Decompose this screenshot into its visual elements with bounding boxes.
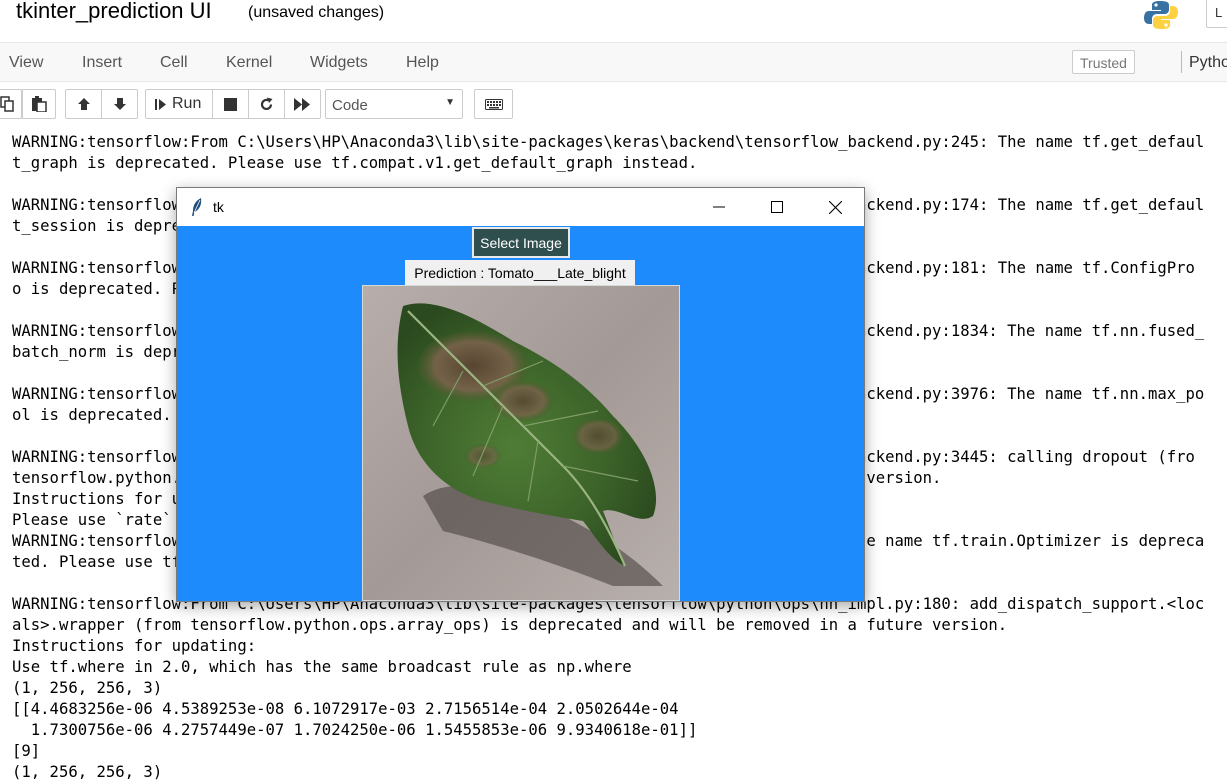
tk-window-title: tk bbox=[213, 199, 224, 215]
run-button[interactable]: Run bbox=[145, 89, 213, 119]
logout-button[interactable]: L bbox=[1206, 0, 1227, 28]
tomato-leaf-image bbox=[363, 286, 679, 600]
notebook-title[interactable]: tkinter_prediction UI bbox=[16, 0, 212, 24]
stop-icon bbox=[224, 97, 237, 111]
interrupt-button[interactable] bbox=[212, 89, 249, 119]
copy-button[interactable] bbox=[0, 89, 22, 119]
step-forward-icon bbox=[155, 98, 166, 110]
paste-button[interactable] bbox=[22, 89, 56, 119]
close-button[interactable] bbox=[806, 188, 864, 226]
select-image-button[interactable]: Select Image bbox=[472, 227, 570, 258]
leaf-image bbox=[362, 285, 680, 601]
output-line: (1, 256, 256, 3) bbox=[12, 763, 163, 780]
cell-type-value: Code bbox=[332, 97, 368, 114]
cell-type-select[interactable]: Code ▼ bbox=[325, 89, 463, 119]
toolbar: Run Code ▼ bbox=[0, 83, 1227, 125]
menu-cell[interactable]: Cell bbox=[160, 54, 188, 72]
minimize-icon bbox=[713, 206, 725, 208]
restart-button[interactable] bbox=[248, 89, 285, 119]
minimize-button[interactable] bbox=[690, 188, 748, 226]
move-up-button[interactable] bbox=[65, 89, 102, 119]
output-line: Use tf.where in 2.0, which has the same … bbox=[12, 658, 632, 676]
python-logo-icon bbox=[1144, 1, 1178, 29]
output-line: als>.wrapper (from tensorflow.python.ops… bbox=[12, 616, 1008, 634]
menubar: View Insert Cell Kernel Widgets Help Tru… bbox=[0, 42, 1227, 82]
tk-window[interactable]: tk Select Image Prediction : Tomato___La… bbox=[176, 187, 865, 602]
tk-feather-icon bbox=[192, 198, 202, 216]
output-line: Instructions for updating: bbox=[12, 637, 257, 655]
close-icon bbox=[828, 200, 842, 214]
tk-client-area: Select Image Prediction : Tomato___Late_… bbox=[177, 226, 864, 601]
maximize-button[interactable] bbox=[748, 188, 806, 226]
menu-widgets[interactable]: Widgets bbox=[310, 54, 368, 72]
run-label: Run bbox=[172, 95, 202, 112]
menu-view[interactable]: View bbox=[9, 54, 43, 72]
arrow-down-icon bbox=[113, 98, 126, 110]
menu-help[interactable]: Help bbox=[406, 54, 439, 72]
output-line: WARNING:tensorflow:From C:\Users\HP\Anac… bbox=[12, 133, 1205, 151]
notebook-header: tkinter_prediction UI (unsaved changes) … bbox=[0, 0, 1227, 42]
fast-forward-icon bbox=[294, 97, 310, 111]
move-down-button[interactable] bbox=[101, 89, 138, 119]
maximize-icon bbox=[771, 201, 783, 213]
restart-run-all-button[interactable] bbox=[284, 89, 321, 119]
trusted-indicator[interactable]: Trusted bbox=[1072, 50, 1135, 74]
output-line: t_graph is deprecated. Please use tf.com… bbox=[12, 154, 698, 172]
kernel-separator bbox=[1181, 51, 1182, 73]
output-line: [9] bbox=[12, 742, 41, 760]
restart-icon bbox=[260, 97, 273, 110]
prediction-label: Prediction : Tomato___Late_blight bbox=[405, 260, 635, 285]
copy-icon bbox=[0, 96, 14, 112]
output-line: (1, 256, 256, 3) bbox=[12, 679, 163, 697]
output-line: [[4.4683256e-06 4.5389253e-08 6.1072917e… bbox=[12, 700, 679, 718]
menu-insert[interactable]: Insert bbox=[82, 54, 122, 72]
menu-kernel[interactable]: Kernel bbox=[226, 54, 272, 72]
tk-titlebar[interactable]: tk bbox=[177, 188, 864, 226]
command-palette-button[interactable] bbox=[474, 89, 513, 119]
save-status: (unsaved changes) bbox=[248, 4, 385, 21]
output-line: 1.7300756e-06 4.2757449e-07 1.7024250e-0… bbox=[12, 721, 698, 739]
paste-icon bbox=[32, 96, 47, 112]
arrow-up-icon bbox=[77, 98, 90, 110]
dropdown-caret-icon: ▼ bbox=[445, 97, 455, 108]
keyboard-icon bbox=[484, 98, 503, 110]
kernel-name[interactable]: Pytho bbox=[1189, 54, 1227, 72]
